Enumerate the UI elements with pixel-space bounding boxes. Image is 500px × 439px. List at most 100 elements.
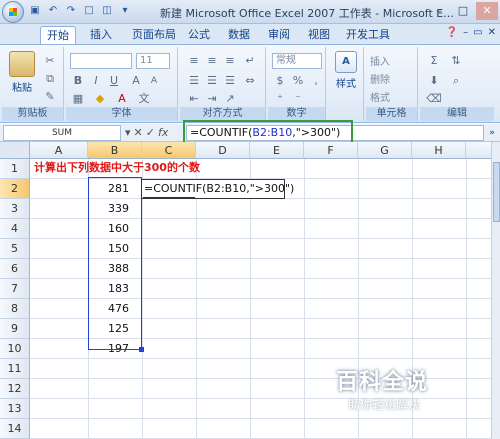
comma-icon[interactable]: , [308, 73, 324, 89]
font-grow-icon[interactable]: A [128, 73, 144, 89]
vertical-scrollbar[interactable] [491, 142, 500, 439]
row-header-14[interactable]: 14 [0, 419, 30, 439]
tab-formulas[interactable]: 公式 [182, 26, 216, 44]
decrease-decimal-icon[interactable]: ⁻ [290, 91, 306, 107]
column-header-f[interactable]: F [304, 142, 358, 159]
paste-button[interactable]: 粘贴 [6, 51, 38, 94]
format-painter-icon[interactable]: ✎ [42, 89, 58, 105]
row-header-4[interactable]: 4 [0, 219, 30, 239]
row-header-2[interactable]: 2 [0, 179, 30, 199]
enter-icon[interactable]: ✓ [146, 125, 155, 141]
ribbon-minimize-icon[interactable]: – [463, 27, 468, 38]
column-header-b[interactable]: B [88, 142, 142, 159]
align-bottom-icon[interactable]: ≡ [222, 53, 238, 69]
expand-formula-bar-icon[interactable]: » [486, 125, 498, 141]
ribbon-restore-icon[interactable]: ▭ [473, 27, 482, 38]
align-middle-icon[interactable]: ≡ [204, 53, 220, 69]
border-icon[interactable]: ▦ [70, 91, 86, 107]
row-header-7[interactable]: 7 [0, 279, 30, 299]
row-header-11[interactable]: 11 [0, 359, 30, 379]
column-header-g[interactable]: G [358, 142, 412, 159]
styles-button[interactable]: A 样式 [331, 51, 361, 90]
customize-qat-icon[interactable]: ▾ [118, 4, 132, 18]
column-header-c[interactable]: C [142, 142, 196, 159]
quick-access-toolbar: ▣ ↶ ↷ □ ◫ ▾ [28, 4, 132, 18]
maximize-icon[interactable]: □ [452, 2, 474, 20]
align-top-icon[interactable]: ≡ [186, 53, 202, 69]
row-header-13[interactable]: 13 [0, 399, 30, 419]
save-icon[interactable]: ▣ [28, 4, 42, 18]
align-left-icon[interactable]: ☰ [186, 73, 202, 89]
currency-icon[interactable]: $ [272, 73, 288, 89]
cut-icon[interactable]: ✂ [42, 53, 58, 69]
tab-insert[interactable]: 插入 [84, 26, 118, 44]
row-header-12[interactable]: 12 [0, 379, 30, 399]
namebox-dropdown-icon[interactable]: ▾ [125, 125, 131, 141]
phonetic-icon[interactable]: 文 [136, 91, 152, 107]
cell-c2-editing[interactable]: =COUNTIF(B2:B10,">300") [141, 179, 294, 199]
new-icon[interactable]: □ [82, 4, 96, 18]
tab-review[interactable]: 审阅 [262, 26, 296, 44]
font-shrink-icon[interactable]: A [146, 73, 162, 89]
orientation-icon[interactable]: ↗ [222, 91, 238, 107]
delete-cells-button[interactable]: 删除 [370, 71, 390, 86]
office-button[interactable] [2, 1, 24, 23]
row-header-8[interactable]: 8 [0, 299, 30, 319]
cancel-icon[interactable]: ✕ [134, 125, 143, 141]
format-cells-button[interactable]: 格式 [370, 89, 390, 104]
scrollbar-thumb[interactable] [493, 162, 500, 222]
undo-icon[interactable]: ↶ [46, 4, 60, 18]
bold-icon[interactable]: B [70, 73, 86, 89]
increase-indent-icon[interactable]: ⇥ [204, 91, 220, 107]
copy-icon[interactable]: ⧉ [42, 71, 58, 87]
font-size-select[interactable]: 11 [136, 53, 170, 69]
autosum-icon[interactable]: Σ [426, 53, 442, 69]
ribbon-close-icon[interactable]: ✕ [488, 27, 496, 38]
row-header-6[interactable]: 6 [0, 259, 30, 279]
row-header-3[interactable]: 3 [0, 199, 30, 219]
column-header-e[interactable]: E [250, 142, 304, 159]
cell-a1[interactable]: 计算出下列数据中大于300的个数 [34, 158, 200, 178]
underline-icon[interactable]: U [106, 73, 122, 89]
select-all-corner[interactable] [0, 142, 30, 159]
close-icon[interactable]: ✕ [476, 2, 498, 20]
font-family-select[interactable] [70, 53, 132, 69]
insert-function-icon[interactable]: fx [158, 125, 168, 141]
align-center-icon[interactable]: ☰ [204, 73, 220, 89]
fill-icon[interactable]: ⬇ [426, 73, 442, 89]
increase-decimal-icon[interactable]: ⁺ [272, 91, 288, 107]
column-header-a[interactable]: A [30, 142, 88, 159]
wrap-text-icon[interactable]: ↵ [242, 53, 258, 69]
fill-color-icon[interactable]: ◆ [92, 91, 108, 107]
name-box[interactable]: SUM [3, 125, 121, 141]
font-color-icon[interactable]: A [114, 91, 130, 107]
italic-icon[interactable]: I [88, 73, 104, 89]
minimize-icon[interactable]: – [428, 2, 450, 20]
column-header-partial[interactable] [466, 142, 492, 159]
sort-filter-icon[interactable]: ⇅ [448, 53, 464, 69]
decrease-indent-icon[interactable]: ⇤ [186, 91, 202, 107]
row-header-9[interactable]: 9 [0, 319, 30, 339]
find-select-icon[interactable]: ⌕ [448, 73, 464, 89]
number-format-select[interactable]: 常规 [272, 53, 322, 69]
row-header-10[interactable]: 10 [0, 339, 30, 359]
redo-icon[interactable]: ↷ [64, 4, 78, 18]
row-header-5[interactable]: 5 [0, 239, 30, 259]
clear-icon[interactable]: ⌫ [426, 91, 442, 107]
column-header-h[interactable]: H [412, 142, 466, 159]
tab-developer[interactable]: 开发工具 [340, 26, 396, 44]
tab-data[interactable]: 数据 [222, 26, 256, 44]
row-header-1[interactable]: 1 [0, 159, 30, 179]
help-icon[interactable]: ❓ [446, 27, 458, 38]
range-resize-handle[interactable] [139, 347, 144, 352]
merge-cells-icon[interactable]: ⇔ [242, 73, 258, 89]
align-right-icon[interactable]: ☰ [222, 73, 238, 89]
column-header-d[interactable]: D [196, 142, 250, 159]
insert-cells-button[interactable]: 插入 [370, 53, 390, 68]
tab-home[interactable]: 开始 [40, 26, 76, 44]
tab-view[interactable]: 视图 [302, 26, 336, 44]
percent-icon[interactable]: % [290, 73, 306, 89]
tab-page-layout[interactable]: 页面布局 [126, 26, 182, 44]
watermark-subtitle: 助你轻松解决 [348, 398, 421, 412]
print-preview-icon[interactable]: ◫ [100, 4, 114, 18]
